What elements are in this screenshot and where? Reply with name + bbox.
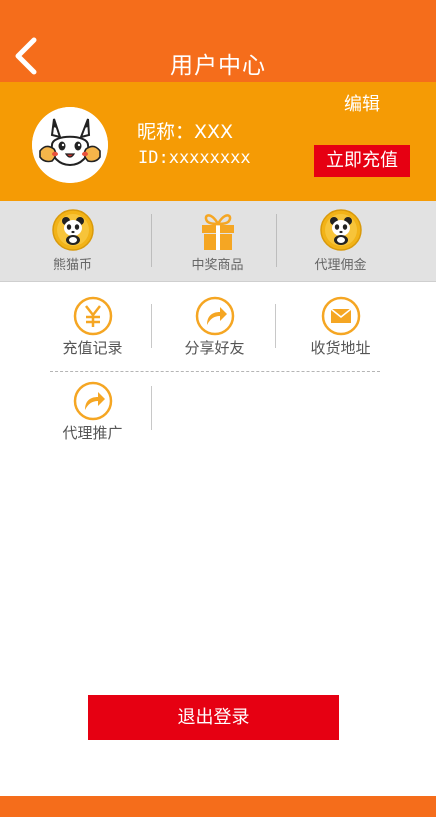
stat-label: 熊猫币 [52, 258, 92, 273]
panda-coin-icon [52, 209, 94, 251]
menu-agent-promotion[interactable]: 代理推广 [30, 381, 155, 447]
profile-panel: 编辑 昵称：XXX ID:xxxxxxxx 立即充值 [0, 82, 436, 201]
recharge-button[interactable]: 立即充值 [314, 145, 410, 177]
divider [275, 304, 276, 348]
panda-coin-icon [320, 209, 362, 251]
logout-button[interactable]: 退出登录 [88, 695, 339, 740]
nickname-text: 昵称：XXX [137, 121, 234, 143]
page-title: 用户中心 [170, 53, 266, 79]
edit-link[interactable]: 编辑 [344, 90, 380, 116]
user-id-text: ID:xxxxxxxx [138, 148, 251, 168]
bottom-bar [0, 796, 436, 817]
stat-panda-coins[interactable]: 熊猫币 [0, 201, 145, 281]
stats-row: 熊猫币 中奖商品 代理佣金 [0, 201, 436, 282]
share-icon [195, 296, 235, 336]
stat-agent-commission[interactable]: 代理佣金 [268, 201, 413, 281]
menu-label: 代理推广 [62, 424, 123, 442]
divider [151, 386, 152, 430]
top-bar: 用户中心 [0, 0, 436, 82]
stat-label: 代理佣金 [314, 258, 367, 273]
dashed-divider [50, 371, 380, 372]
menu-label: 收货地址 [310, 339, 371, 357]
menu-label: 分享好友 [184, 339, 245, 357]
avatar[interactable] [32, 107, 108, 183]
menu-shipping-address[interactable]: 收货地址 [278, 296, 403, 362]
pikachu-avatar-icon [32, 107, 108, 183]
envelope-icon [321, 296, 361, 336]
gift-icon [202, 214, 234, 250]
menu-share-friends[interactable]: 分享好友 [152, 296, 277, 362]
menu-recharge-records[interactable]: 充值记录 [30, 296, 155, 362]
menu-label: 充值记录 [62, 339, 123, 357]
share-icon [73, 381, 113, 421]
yen-icon [73, 296, 113, 336]
